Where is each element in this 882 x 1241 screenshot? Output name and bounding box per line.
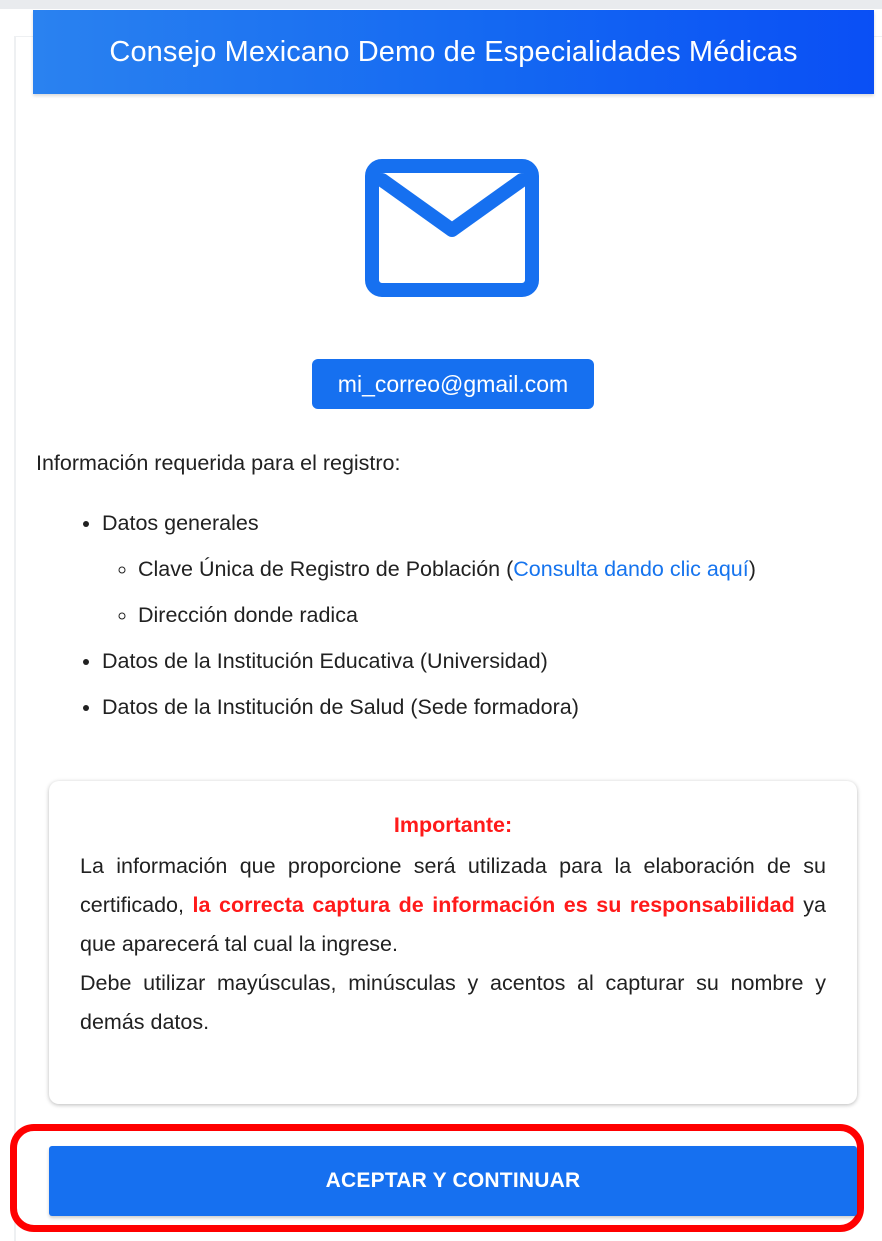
list-item-address: Dirección donde radica	[138, 603, 358, 627]
list-item: Clave Única de Registro de Población (Co…	[138, 546, 756, 592]
list-item: Datos generales Clave Única de Registro …	[102, 500, 756, 638]
notice-highlight: la correcta captura de información es su…	[192, 893, 795, 917]
curp-lookup-link[interactable]: Consulta dando clic aquí	[513, 557, 748, 581]
curp-prefix: Clave Única de Registro de Población (	[138, 557, 514, 581]
info-heading: Información requerida para el registro:	[36, 451, 401, 475]
email-badge: mi_correo@gmail.com	[312, 359, 594, 409]
list-item-general: Datos generales	[102, 511, 259, 535]
requirements-list: Datos generales Clave Única de Registro …	[70, 500, 756, 730]
envelope-icon	[364, 158, 540, 303]
list-item: Dirección donde radica	[138, 592, 756, 638]
important-notice: Importante: La información que proporcio…	[49, 781, 857, 1104]
notice-body: La información que proporcione será util…	[80, 847, 826, 1042]
top-strip	[0, 0, 882, 9]
list-item-education: Datos de la Institución Educativa (Unive…	[102, 649, 548, 673]
header-title: Consejo Mexicano Demo de Especialidades …	[109, 35, 798, 68]
notice-title: Importante:	[393, 813, 513, 837]
list-item: Datos de la Institución de Salud (Sede f…	[102, 684, 756, 730]
header-bar: Consejo Mexicano Demo de Especialidades …	[33, 10, 874, 94]
sub-list: Clave Única de Registro de Población (Co…	[102, 546, 756, 638]
list-item-health: Datos de la Institución de Salud (Sede f…	[102, 695, 579, 719]
accept-continue-button[interactable]: ACEPTAR Y CONTINUAR	[49, 1146, 857, 1216]
curp-suffix: )	[748, 557, 756, 581]
notice-text: Debe utilizar mayúsculas, minúsculas y a…	[80, 971, 826, 1034]
list-item: Datos de la Institución Educativa (Unive…	[102, 638, 756, 684]
